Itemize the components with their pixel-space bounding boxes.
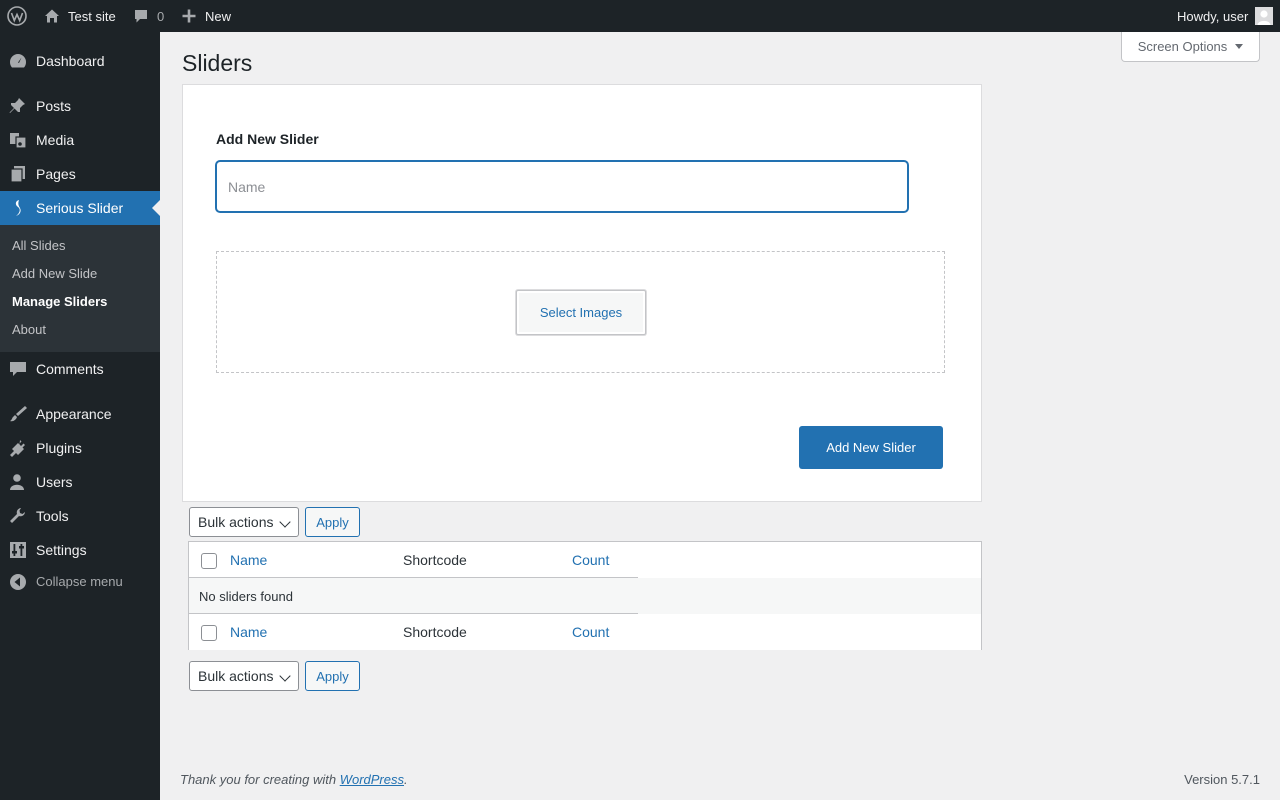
sidebar-item-label: Serious Slider — [36, 200, 124, 216]
empty-message: No sliders found — [199, 589, 293, 604]
new-content-link[interactable]: New — [182, 0, 231, 32]
add-slider-card: Add New Slider Select Images Add New Sli… — [182, 84, 982, 502]
slider-icon — [15, 200, 21, 216]
footer-thanks: Thank you for creating with WordPress. — [180, 772, 408, 787]
admin-bar: Test site 0 New Howdy, user — [0, 0, 1280, 32]
bulk-actions-value: Bulk actions — [198, 514, 274, 530]
sidebar-item-label: Users — [36, 474, 73, 490]
sidebar-item-comments[interactable]: Comments — [0, 352, 160, 386]
image-drop-zone: Select Images — [216, 251, 945, 373]
footer-version: Version 5.7.1 — [1184, 772, 1260, 787]
pages-icon — [10, 166, 25, 183]
column-footer-count[interactable]: Count — [572, 624, 609, 640]
column-header-count[interactable]: Count — [572, 552, 609, 568]
sidebar-item-tools[interactable]: Tools — [0, 499, 160, 533]
sidebar-item-posts[interactable]: Posts — [0, 89, 160, 123]
submenu-item-add-new-slide[interactable]: Add New Slide — [12, 266, 97, 281]
site-name-link[interactable]: Test site — [44, 0, 116, 32]
bulk-actions-select[interactable]: Bulk actions — [189, 507, 299, 537]
sidebar-item-dashboard[interactable]: Dashboard — [0, 44, 160, 78]
sidebar-item-appearance[interactable]: Appearance — [0, 397, 160, 431]
chevron-down-icon — [279, 516, 291, 528]
select-all-checkbox[interactable] — [201, 553, 217, 569]
media-icon — [10, 133, 27, 149]
sidebar-item-users[interactable]: Users — [0, 465, 160, 499]
wrench-icon — [10, 508, 25, 523]
sidebar-item-label: Pages — [36, 166, 76, 182]
wordpress-logo-icon[interactable] — [7, 0, 27, 32]
sidebar-item-label: Appearance — [36, 406, 112, 422]
footer-thanks-text: Thank you for creating with — [180, 772, 340, 787]
sliders-table: Name Shortcode Count No sliders found Na… — [188, 541, 982, 650]
sidebar-item-label: Settings — [36, 542, 87, 558]
sidebar-item-settings[interactable]: Settings — [0, 533, 160, 567]
select-all-checkbox-bottom[interactable] — [201, 625, 217, 641]
submenu-item-manage-sliders[interactable]: Manage Sliders — [12, 294, 107, 309]
submenu-item-all-slides[interactable]: All Slides — [12, 238, 65, 253]
sidebar-item-media[interactable]: Media — [0, 123, 160, 157]
comments-count: 0 — [157, 8, 165, 24]
plus-icon — [182, 9, 196, 23]
apply-button-bottom[interactable]: Apply — [305, 661, 360, 691]
tablenav-bottom: Bulk actions Apply — [182, 656, 982, 696]
select-images-button[interactable]: Select Images — [516, 290, 646, 335]
greeting: Howdy, user — [1177, 8, 1249, 24]
sidebar-item-label: Comments — [36, 361, 104, 377]
table-header-row: Name Shortcode Count — [189, 542, 981, 578]
site-name: Test site — [68, 8, 116, 24]
column-header-shortcode: Shortcode — [403, 552, 467, 568]
home-icon — [45, 9, 59, 23]
comments-icon — [10, 362, 26, 376]
collapse-menu-button[interactable]: Collapse menu — [0, 565, 160, 599]
serious-slider-submenu: All Slides Add New Slide Manage Sliders … — [0, 225, 160, 352]
sidebar-item-label: Posts — [36, 98, 72, 114]
caret-down-icon — [1235, 44, 1244, 49]
wordpress-link[interactable]: WordPress — [340, 772, 404, 787]
sidebar-item-plugins[interactable]: Plugins — [0, 431, 160, 465]
bulk-actions-value: Bulk actions — [198, 668, 274, 684]
column-header-name[interactable]: Name — [230, 552, 267, 568]
sidebar-item-serious-slider[interactable]: Serious Slider — [0, 191, 160, 225]
users-icon — [10, 474, 24, 490]
table-footer-row: Name Shortcode Count — [189, 614, 981, 650]
screen-options-toggle[interactable]: Screen Options — [1121, 32, 1260, 62]
column-footer-name[interactable]: Name — [230, 624, 267, 640]
sidebar-item-label: Dashboard — [36, 53, 105, 69]
new-label: New — [205, 8, 232, 24]
table-row-empty: No sliders found — [189, 578, 981, 614]
admin-sidebar: Dashboard Posts Media Pages Serious Slid… — [0, 32, 160, 800]
footer-thanks-suffix: . — [404, 772, 408, 787]
add-slider-heading: Add New Slider — [216, 131, 319, 147]
dashboard-icon — [9, 54, 27, 68]
settings-sliders-icon — [10, 542, 26, 558]
avatar-icon — [1255, 7, 1274, 25]
tablenav-top: Bulk actions Apply — [182, 502, 982, 542]
screen-options-label: Screen Options — [1137, 39, 1228, 54]
sidebar-item-label: Tools — [36, 508, 69, 524]
page-title: Sliders — [182, 50, 253, 76]
collapse-arrow-icon — [10, 574, 26, 590]
slider-name-input[interactable] — [216, 161, 908, 212]
comments-link[interactable]: 0 — [133, 0, 164, 32]
plug-icon — [10, 440, 25, 457]
submenu-item-about[interactable]: About — [12, 322, 46, 337]
comment-bubble-icon — [135, 10, 147, 23]
chevron-down-icon — [279, 670, 291, 682]
sidebar-item-pages[interactable]: Pages — [0, 157, 160, 191]
bulk-actions-select-bottom[interactable]: Bulk actions — [189, 661, 299, 691]
user-account-menu[interactable]: Howdy, user — [1177, 0, 1274, 32]
add-new-slider-button[interactable]: Add New Slider — [799, 426, 943, 469]
pushpin-icon — [9, 98, 25, 113]
column-footer-shortcode: Shortcode — [403, 624, 467, 640]
paintbrush-icon — [10, 406, 27, 422]
sidebar-item-label: Media — [36, 132, 75, 148]
apply-button[interactable]: Apply — [305, 507, 360, 537]
sidebar-item-label: Plugins — [36, 440, 82, 456]
collapse-menu-label: Collapse menu — [36, 574, 123, 589]
